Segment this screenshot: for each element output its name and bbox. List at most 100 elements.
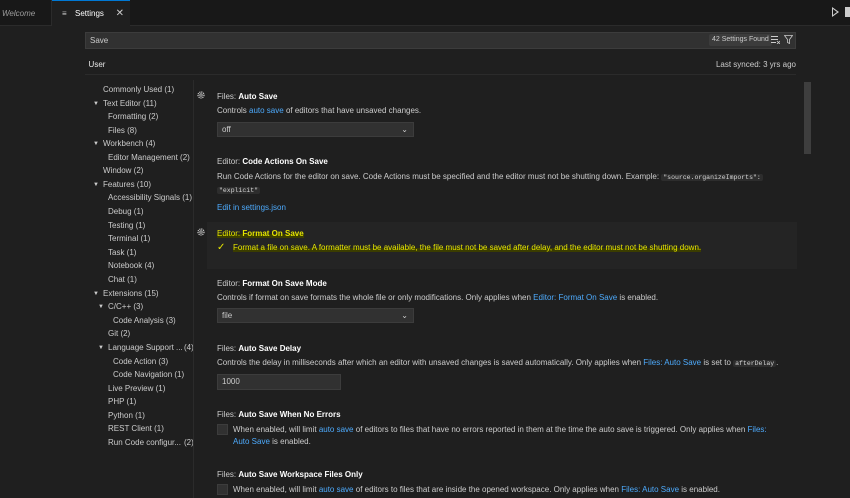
toc-item-live-preview[interactable]: Live Preview (1) (108, 384, 165, 394)
edit-in-settings-json-link[interactable]: Edit in settings.json (217, 202, 797, 214)
gear-icon[interactable] (196, 90, 206, 100)
toc-item-terminal[interactable]: Terminal (1) (108, 234, 150, 244)
input-value: 1000 (222, 377, 240, 386)
setting-title: Files: Auto Save (217, 91, 797, 102)
toc-item-workbench[interactable]: Workbench (4) (103, 139, 155, 149)
tab-user-settings[interactable]: User (85, 56, 109, 75)
toc-item-commonly-used[interactable]: Commonly Used (1) (103, 85, 174, 95)
setting-name: Auto Save When No Errors (238, 410, 341, 419)
setting-description: When enabled, will limit auto save of ed… (233, 484, 797, 496)
desc-text: Format a file on save. A formatter must … (233, 243, 702, 252)
setting-category: Files: (217, 92, 239, 101)
toc-item-files[interactable]: Files (8) (108, 126, 137, 136)
desc-text: is enabled. (679, 485, 720, 494)
code-snippet: afterDelay (733, 360, 777, 367)
chevron-down-icon[interactable]: ▼ (98, 343, 104, 353)
settings-scrollbar[interactable] (804, 82, 811, 154)
format-on-save-mode-select[interactable]: file ⌄ (217, 308, 414, 323)
setting-name: Auto Save Delay (238, 344, 302, 353)
files-auto-save-link[interactable]: Files: (748, 425, 767, 434)
clear-filter-icon[interactable] (771, 35, 780, 44)
code-snippet: "source.organizeImports": (661, 174, 763, 181)
toc-item-cpp[interactable]: C/C++ (3) (108, 302, 143, 312)
auto-save-no-errors-checkbox[interactable] (217, 424, 228, 435)
toc-item-debug[interactable]: Debug (1) (108, 207, 144, 217)
auto-save-link[interactable]: auto save (249, 106, 284, 115)
toc-item-task[interactable]: Task (1) (108, 248, 136, 258)
setting-name: Auto Save Workspace Files Only (238, 470, 363, 479)
auto-save-delay-input[interactable]: 1000 (217, 374, 341, 390)
chevron-down-icon[interactable]: ▼ (93, 180, 99, 190)
setting-name: Format On Save Mode (242, 279, 327, 288)
setting-name: Auto Save (238, 92, 278, 101)
setting-code-actions-on-save: Editor: Code Actions On Save Run Code Ac… (207, 156, 797, 216)
toc-item-run-code-configuration[interactable]: Run Code configur... (108, 438, 181, 448)
toc-item-notebook[interactable]: Notebook (4) (108, 261, 154, 271)
desc-text: When enabled, will limit (233, 425, 319, 434)
gear-icon[interactable] (196, 227, 206, 237)
chevron-down-icon: ⌄ (401, 125, 408, 134)
chevron-down-icon: ⌄ (401, 311, 408, 320)
auto-save-link[interactable]: auto save (319, 425, 354, 434)
toc-item-php[interactable]: PHP (1) (108, 397, 136, 407)
setting-description: Run Code Actions for the editor on save.… (217, 171, 795, 197)
setting-category: Files: (217, 470, 239, 479)
toc-item-code-navigation[interactable]: Code Navigation (1) (113, 370, 184, 380)
toc-item-editor-management[interactable]: Editor Management (2) (108, 153, 190, 163)
more-actions-icon[interactable] (845, 7, 850, 17)
toc-item-rest-client[interactable]: REST Client (1) (108, 424, 164, 434)
chevron-down-icon[interactable]: ▼ (98, 302, 104, 312)
setting-description: Format a file on save. A formatter must … (233, 242, 797, 254)
chevron-down-icon[interactable]: ▼ (93, 139, 99, 149)
toc-item-language-support[interactable]: Language Support ... (108, 343, 183, 353)
toc-item-chat[interactable]: Chat (1) (108, 275, 137, 285)
toc-item-python[interactable]: Python (1) (108, 411, 145, 421)
setting-category: Editor: (217, 229, 243, 238)
chevron-down-icon[interactable]: ▼ (93, 99, 99, 109)
toc-item-git[interactable]: Git (2) (108, 329, 130, 339)
auto-save-link[interactable]: Files: Auto Save (643, 358, 701, 367)
code-snippet: "explicit" (217, 187, 261, 194)
desc-text: Controls (217, 106, 250, 115)
chevron-down-icon[interactable]: ▼ (93, 289, 99, 299)
desc-text: is set to (701, 358, 734, 367)
filter-icon[interactable] (784, 35, 793, 44)
setting-auto-save-workspace-files-only: Files: Auto Save Workspace Files Only Wh… (207, 469, 797, 498)
files-auto-save-link[interactable]: Files: Auto Save (621, 485, 679, 494)
toc-item-extensions[interactable]: Extensions (15) (103, 289, 159, 299)
desc-text: of editors to files that are inside the … (353, 485, 622, 494)
toc-item-testing[interactable]: Testing (1) (108, 221, 145, 231)
auto-save-link[interactable]: auto save (319, 485, 354, 494)
desc-text: Run Code Actions for the editor on save.… (217, 172, 662, 181)
toc-item-text-editor[interactable]: Text Editor (11) (103, 99, 157, 109)
setting-category: Editor: (217, 279, 243, 288)
run-icon[interactable] (832, 7, 839, 17)
setting-category: Files: (217, 344, 239, 353)
setting-description: Controls auto save of editors that have … (217, 105, 797, 117)
toc-item-features[interactable]: Features (10) (103, 180, 151, 190)
setting-description: When enabled, will limit auto save of ed… (233, 424, 788, 448)
checkmark-icon[interactable]: ✓ (217, 242, 225, 253)
close-icon[interactable]: ✕ (116, 8, 124, 19)
tab-welcome[interactable]: Welcome (0, 0, 52, 26)
desc-text: of editors to files that have no errors … (353, 425, 748, 434)
setting-category: Editor: (217, 157, 243, 166)
toc-item-code-action[interactable]: Code Action (3) (113, 357, 168, 367)
setting-title: Editor: Format On Save (217, 228, 797, 239)
files-auto-save-link[interactable]: Auto Save (233, 437, 270, 446)
auto-save-select[interactable]: off ⌄ (217, 122, 414, 137)
toc-item-code-analysis[interactable]: Code Analysis (3) (113, 316, 176, 326)
format-on-save-link[interactable]: Editor: Format On Save (533, 293, 617, 302)
tab-settings[interactable]: ≡ Settings ✕ (52, 0, 130, 26)
auto-save-workspace-checkbox[interactable] (217, 484, 228, 495)
last-synced-text: Last synced: 3 yrs ago (715, 60, 796, 69)
user-tab-label: User (88, 60, 106, 69)
toc-item-accessibility-signals[interactable]: Accessibility Signals (1) (108, 193, 192, 203)
settings-tab-icon: ≡ (62, 9, 67, 18)
toc-item-window[interactable]: Window (2) (103, 166, 143, 176)
desc-text: of editors that have unsaved changes. (283, 106, 422, 115)
settings-search-input[interactable]: Save (85, 32, 796, 49)
toc-item-formatting[interactable]: Formatting (2) (108, 112, 158, 122)
setting-name: Format On Save (242, 229, 304, 238)
setting-title: Files: Auto Save When No Errors (217, 409, 797, 420)
